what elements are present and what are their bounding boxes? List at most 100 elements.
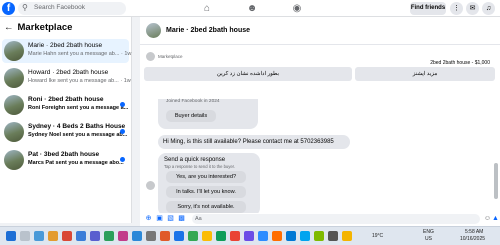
app-icon[interactable] <box>188 231 198 241</box>
app-icon[interactable] <box>146 231 156 241</box>
quick-response-title: Send a quick response <box>164 157 226 163</box>
message-composer: ⊕ ▣ ▧ ▩ Aa ☺ ▲ <box>140 213 500 226</box>
quick-response-yes[interactable]: Yes, are you interested? <box>166 171 246 183</box>
quick-response-not-available[interactable]: Sorry, it's not available. <box>166 201 246 213</box>
quick-response-in-talks[interactable]: In talks. I'll let you know. <box>166 186 246 198</box>
conversation-item[interactable]: Pat · 3bed 2bath house Marcs Pat sent yo… <box>2 148 129 172</box>
weather-text[interactable]: 19°C <box>372 233 383 239</box>
camera-icon[interactable]: ▣ <box>155 214 164 223</box>
chat-title[interactable]: Marie · 2bed 2bath house <box>166 27 250 34</box>
app-icon[interactable] <box>230 231 240 241</box>
friends-icon[interactable]: ☻ <box>245 2 259 15</box>
marketplace-icon <box>146 52 155 61</box>
conversation-item[interactable]: Howard · 2bed 2bath house Howard Ike sen… <box>2 66 131 90</box>
marketplace-label: Marketplace <box>158 54 183 59</box>
find-friends-button[interactable]: Find friends <box>410 2 446 15</box>
app-icon[interactable] <box>104 231 114 241</box>
region-text[interactable]: US <box>425 236 432 242</box>
app-icon[interactable] <box>244 231 254 241</box>
groups-icon[interactable]: ◉ <box>290 2 304 15</box>
conversation-preview: Marcs Pat sent you a message abo... <box>28 160 124 166</box>
clock-date[interactable]: 10/16/2025 <box>460 236 485 242</box>
conversation-title: Roni · 2bed 2bath house <box>28 96 104 103</box>
sidebar-title: Marketplace <box>17 22 73 33</box>
edge-icon[interactable] <box>34 231 44 241</box>
joined-text: Joined Facebook in 2024 <box>166 99 220 104</box>
search-placeholder: Search Facebook <box>34 4 85 11</box>
conversation-title: Howard · 2bed 2bath house <box>28 69 109 76</box>
conversation-title: Pat · 3bed 2bath house <box>28 151 100 158</box>
search-input[interactable]: ⚲ Search Facebook <box>18 2 126 15</box>
app-icon[interactable] <box>174 231 184 241</box>
conversation-title: Marie · 2bed 2bath house <box>28 42 103 49</box>
buyer-message: Hi Ming, is this still available? Please… <box>158 135 350 149</box>
listing-thumbnail <box>4 68 24 88</box>
sidebar-header: ← Marketplace <box>4 22 72 33</box>
conversation-preview: Roni Foreighn sent you a message a... <box>28 105 129 111</box>
app-icon[interactable] <box>76 231 86 241</box>
conversation-title: Sydney · 4 Beds 2 Baths House <box>28 123 126 130</box>
facebook-logo[interactable]: f <box>2 2 15 15</box>
scrollbar-thumb[interactable] <box>494 163 498 199</box>
language-text[interactable]: ENG <box>423 229 434 235</box>
mark-as-sold-button[interactable]: بطور اداشده نشان زد کرین <box>144 67 352 81</box>
buyer-details-button[interactable]: Buyer details <box>166 110 216 122</box>
app-icon[interactable] <box>160 231 170 241</box>
quick-response-subtitle: Tap a response to send it to the buyer. <box>164 164 236 169</box>
listing-avatar[interactable] <box>146 23 161 38</box>
back-arrow-icon[interactable]: ← <box>4 22 14 33</box>
chat-scrollbar[interactable] <box>494 105 498 213</box>
app-icon[interactable] <box>118 231 128 241</box>
app-icon[interactable] <box>272 231 282 241</box>
search-icon: ⚲ <box>22 3 28 12</box>
listing-thumbnail <box>4 41 24 61</box>
conversation-preview: Marie Hahn sent you a message ab... · 1w <box>28 51 132 57</box>
app-icon[interactable] <box>216 231 226 241</box>
message-input[interactable]: Aa <box>192 214 480 224</box>
windows-taskbar: 19°C ENG US 5:58 AM 10/16/2025 <box>0 226 500 245</box>
more-options-button[interactable]: مزید اپشنز <box>355 67 495 81</box>
conversation-item[interactable]: Sydney · 4 Beds 2 Baths House Sydney Noe… <box>2 120 129 144</box>
unread-dot <box>120 129 125 134</box>
buyer-info-card: Joined Facebook in 2024 Buyer details <box>158 99 258 129</box>
app-icon[interactable] <box>342 231 352 241</box>
message-thread: Joined Facebook in 2024 Buyer details Hi… <box>140 99 500 217</box>
gif-icon[interactable]: ▩ <box>177 214 186 223</box>
sticker-icon[interactable]: ▧ <box>166 214 175 223</box>
app-icon[interactable] <box>90 231 100 241</box>
app-icon[interactable] <box>132 231 142 241</box>
listing-thumbnail <box>4 95 24 115</box>
app-icon[interactable] <box>258 231 268 241</box>
top-bar: f ⚲ Search Facebook ⌂ ☻ ◉ Find friends ⋮… <box>0 0 500 17</box>
app-icon[interactable] <box>202 231 212 241</box>
listing-price: 2bed 2bath house - $1,000 <box>430 60 490 66</box>
chrome-icon[interactable] <box>62 231 72 241</box>
clock-time[interactable]: 5:58 AM <box>465 229 483 235</box>
marketplace-sidebar: ← Marketplace Marie · 2bed 2bath house Ma… <box>0 17 132 223</box>
file-explorer-icon[interactable] <box>48 231 58 241</box>
marketplace-listing-bar: Marketplace 2bed 2bath house - $1,000 بط… <box>140 46 500 101</box>
listing-thumbnail <box>4 122 24 142</box>
conversation-item[interactable]: Roni · 2bed 2bath house Roni Foreighn se… <box>2 93 129 117</box>
messenger-icon[interactable]: ✉ <box>466 2 479 15</box>
menu-grid-icon[interactable]: ⋮ <box>450 2 463 15</box>
app-icon[interactable] <box>286 231 296 241</box>
plus-icon[interactable]: ⊕ <box>144 214 153 223</box>
start-icon[interactable] <box>6 231 16 241</box>
quick-response-card: Send a quick response Tap a response to … <box>158 153 260 216</box>
page: f ⚲ Search Facebook ⌂ ☻ ◉ Find friends ⋮… <box>0 0 500 245</box>
like-icon[interactable]: ▲ <box>491 214 500 223</box>
conversation-item[interactable]: Marie · 2bed 2bath house Marie Hahn sent… <box>2 39 132 63</box>
unread-dot <box>120 102 125 107</box>
notifications-icon[interactable]: ♫ <box>482 2 495 15</box>
taskbar-search-icon[interactable] <box>20 231 30 241</box>
app-icon[interactable] <box>328 231 338 241</box>
app-icon[interactable] <box>314 231 324 241</box>
chat-panel: Marie · 2bed 2bath house Marketplace 2be… <box>140 17 500 223</box>
app-icon[interactable] <box>300 231 310 241</box>
buyer-avatar <box>146 181 155 190</box>
listing-thumbnail <box>4 150 24 170</box>
home-icon[interactable]: ⌂ <box>200 2 214 15</box>
unread-dot <box>120 157 125 162</box>
conversation-preview: Sydney Noel sent you a message ab... <box>28 132 128 138</box>
